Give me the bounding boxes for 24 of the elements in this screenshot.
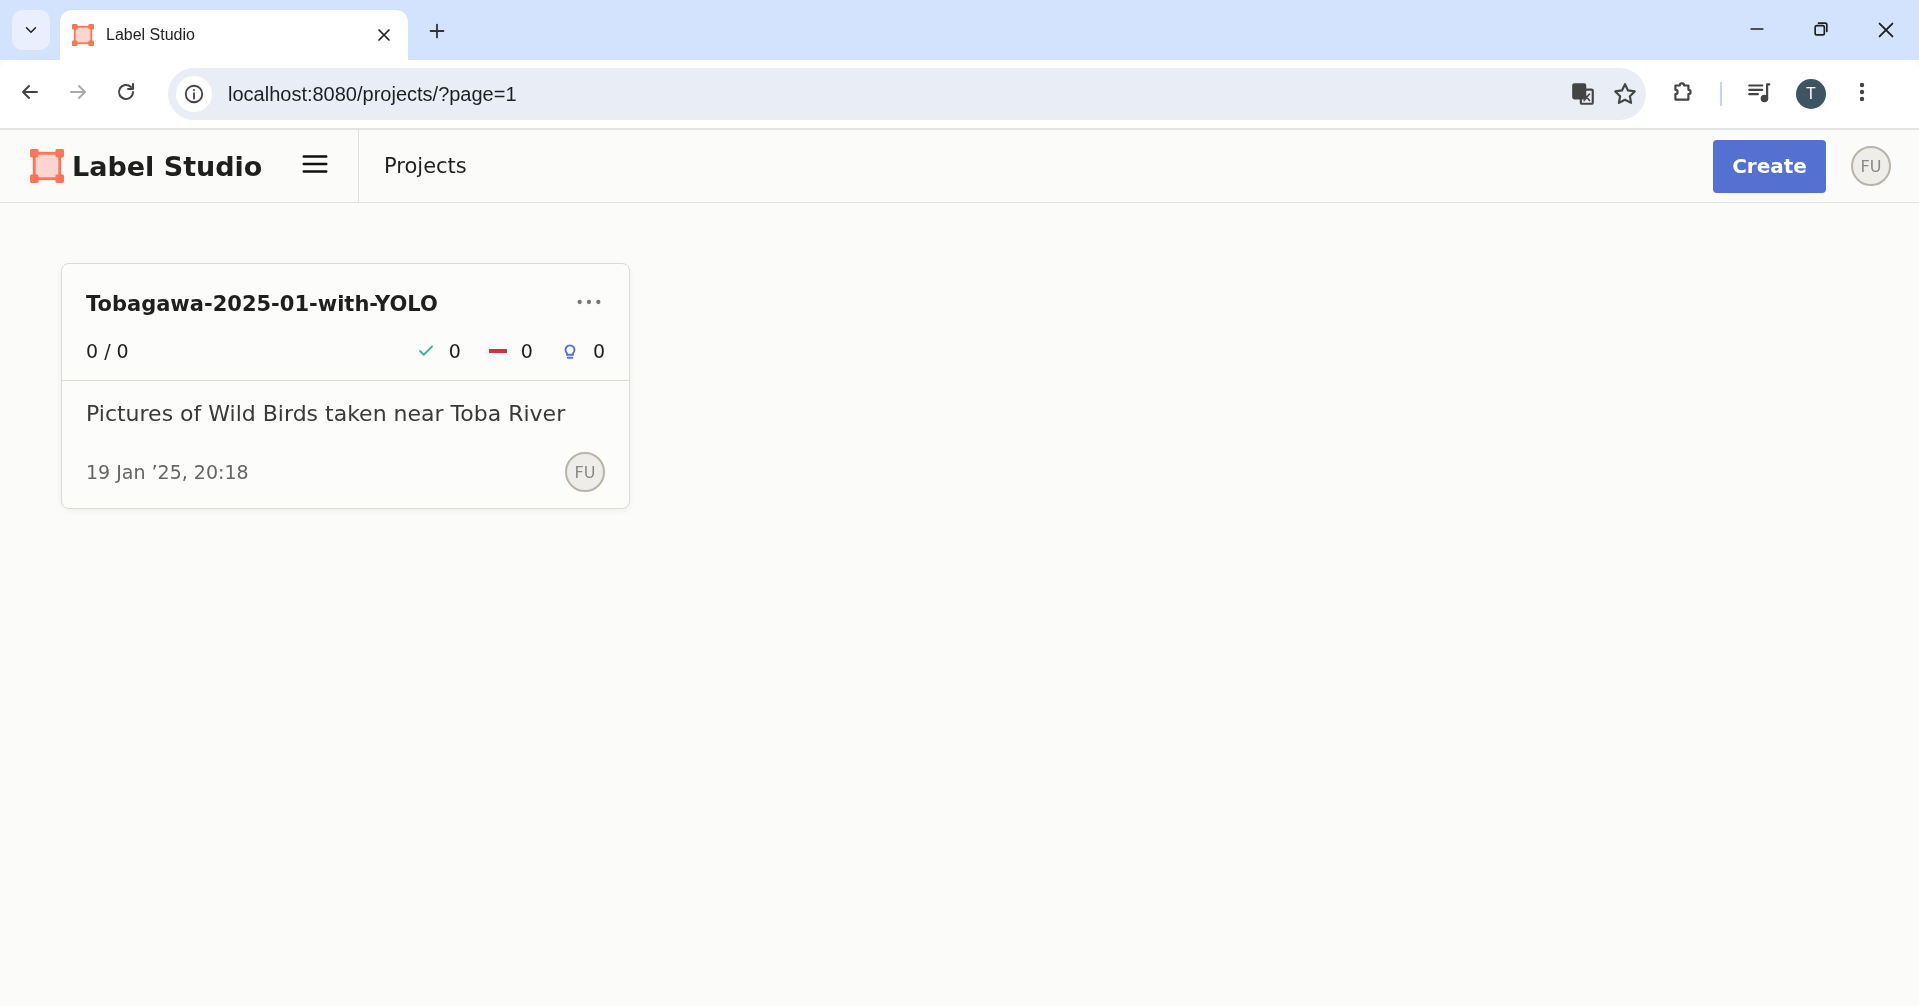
minus-icon — [488, 349, 507, 353]
create-button[interactable]: Create — [1713, 139, 1826, 193]
info-icon — [183, 83, 205, 105]
star-icon[interactable] — [1612, 81, 1638, 107]
project-description: Pictures of Wild Birds taken near Toba River — [86, 401, 567, 426]
predictions-count: 0 — [592, 340, 605, 362]
created-date: 19 Jan ’25, 20:18 — [86, 461, 249, 483]
project-card[interactable]: Tobagawa-2025-01-with-YOLO 0 / 0 0 0 0 Pictures of Wild Birds taken near Toba River 19 Jan ’25, 20:18 FU — [61, 263, 630, 509]
logo-icon — [72, 24, 94, 46]
logo-icon — [30, 149, 64, 183]
brand-name: Label Studio — [72, 150, 263, 182]
address-bar[interactable]: localhost:8080/projects/?page=1 — [168, 68, 1646, 120]
page-title: Projects — [384, 154, 467, 178]
project-title: Tobagawa-2025-01-with-YOLO — [86, 292, 438, 316]
owner-avatar: FU — [565, 452, 605, 492]
tab-title: Label Studio — [106, 26, 196, 44]
restore-icon[interactable] — [1811, 19, 1831, 39]
translate-icon[interactable] — [1570, 81, 1596, 107]
skipped-count: 0 — [520, 340, 533, 362]
profile-avatar[interactable]: T — [1796, 79, 1826, 109]
url-text: localhost:8080/projects/?page=1 — [228, 82, 518, 106]
browser-tab[interactable]: Label Studio — [60, 10, 408, 60]
task-count: 0 / 0 — [86, 340, 129, 362]
completed-count: 0 — [448, 340, 461, 362]
